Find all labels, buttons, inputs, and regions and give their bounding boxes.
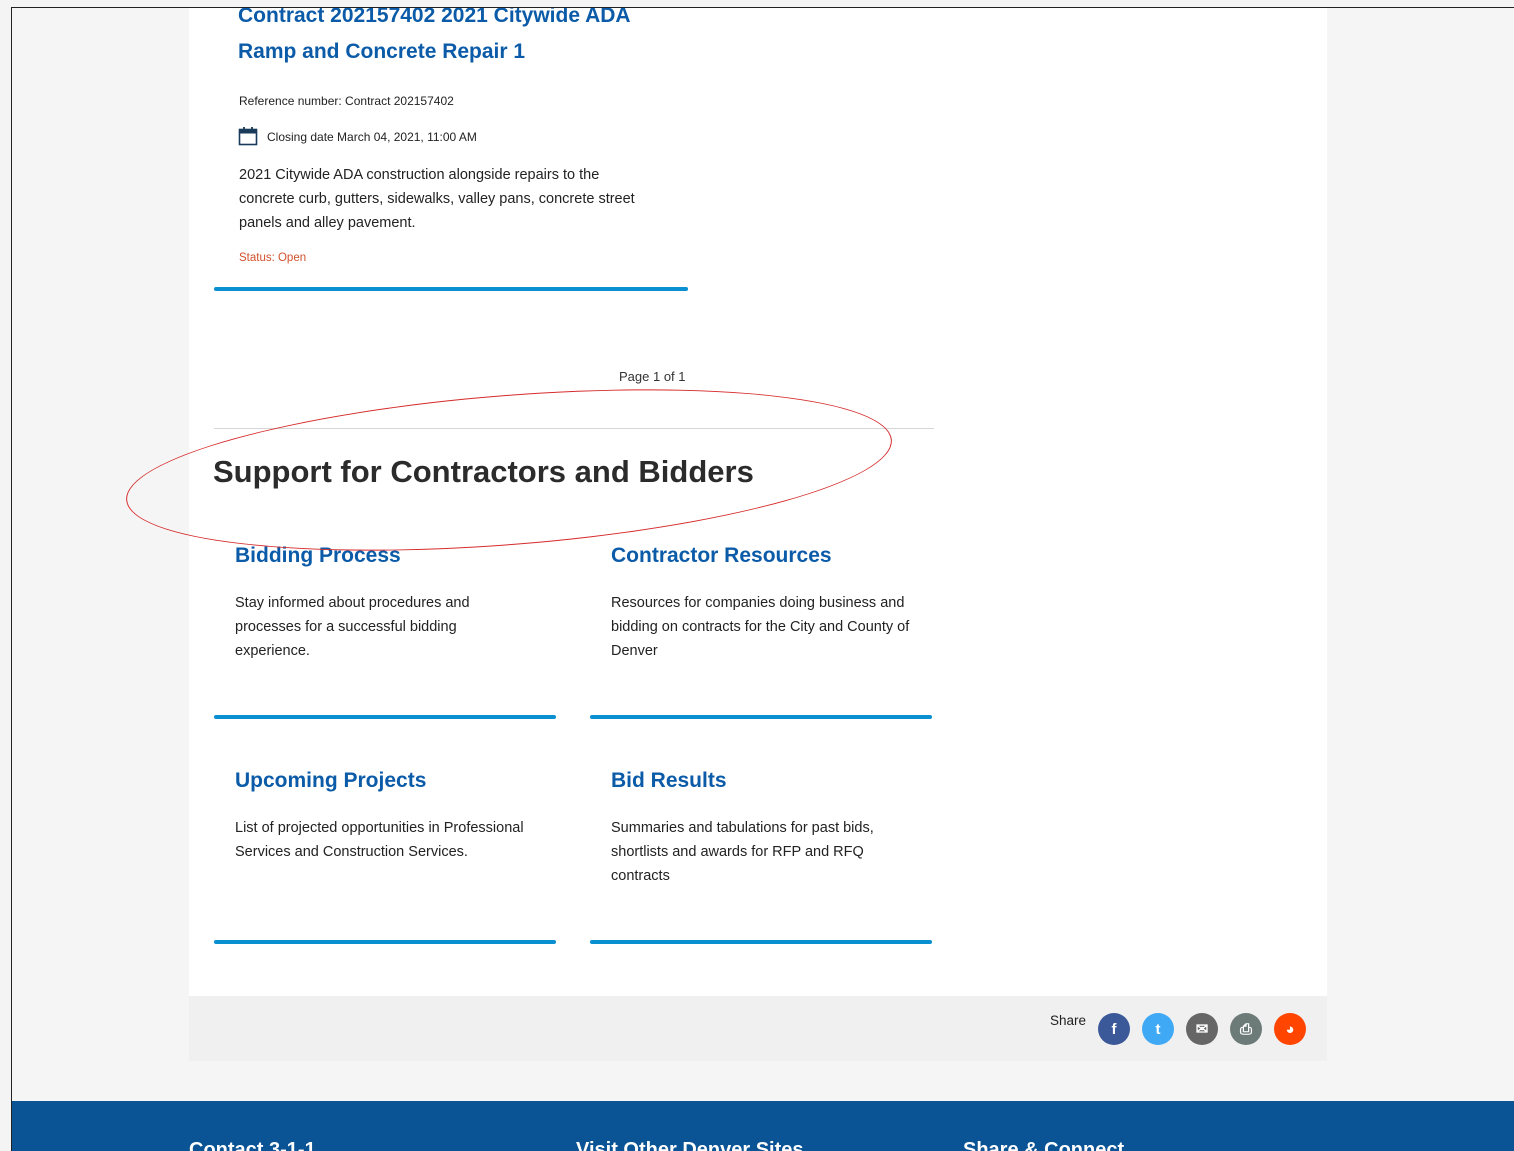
card-title-contractor-resources[interactable]: Contractor Resources	[611, 544, 832, 568]
footer-heading-contact: Contact 3-1-1	[189, 1139, 316, 1151]
reference-number: Reference number: Contract 202157402	[239, 94, 454, 108]
twitter-icon[interactable]: t	[1142, 1013, 1174, 1045]
contract-description: 2021 Citywide ADA construction alongside…	[239, 167, 635, 231]
share-label: Share	[1050, 1013, 1087, 1028]
browser-viewport: Contract 202157402 2021 Citywide ADA Ram…	[11, 7, 1514, 1151]
footer-heading-other-sites: Visit Other Denver Sites	[576, 1139, 804, 1151]
card-text-upcoming-projects: List of projected opportunities in Profe…	[235, 820, 524, 860]
card-title-bid-results[interactable]: Bid Results	[611, 769, 727, 793]
site-footer: Contact 3-1-1 Visit Other Denver Sites S…	[12, 1101, 1514, 1151]
card-bottom-bar	[590, 715, 932, 719]
contract-title-link[interactable]: Contract 202157402 2021 Citywide ADA Ram…	[238, 8, 658, 70]
facebook-icon[interactable]: f	[1098, 1013, 1130, 1045]
print-icon[interactable]: ⎙	[1230, 1013, 1262, 1045]
reddit-icon[interactable]: ◕	[1274, 1013, 1306, 1045]
card-text-bid-results: Summaries and tabulations for past bids,…	[611, 820, 874, 884]
card-bottom-bar	[214, 940, 556, 944]
pagination-text: Page 1 of 1	[619, 369, 686, 384]
card-title-upcoming-projects[interactable]: Upcoming Projects	[235, 769, 426, 793]
card-text-bidding-process: Stay informed about procedures and proce…	[235, 595, 470, 659]
closing-date: Closing date March 04, 2021, 11:00 AM	[267, 130, 477, 144]
card-bottom-bar	[214, 287, 688, 291]
email-icon[interactable]: ✉	[1186, 1013, 1218, 1045]
status-badge: Status: Open	[239, 252, 307, 264]
footer-heading-share-connect: Share & Connect	[963, 1139, 1125, 1151]
card-bottom-bar	[214, 715, 556, 719]
calendar-icon	[238, 126, 260, 146]
card-bottom-bar	[590, 940, 932, 944]
card-text-contractor-resources: Resources for companies doing business a…	[611, 595, 910, 659]
